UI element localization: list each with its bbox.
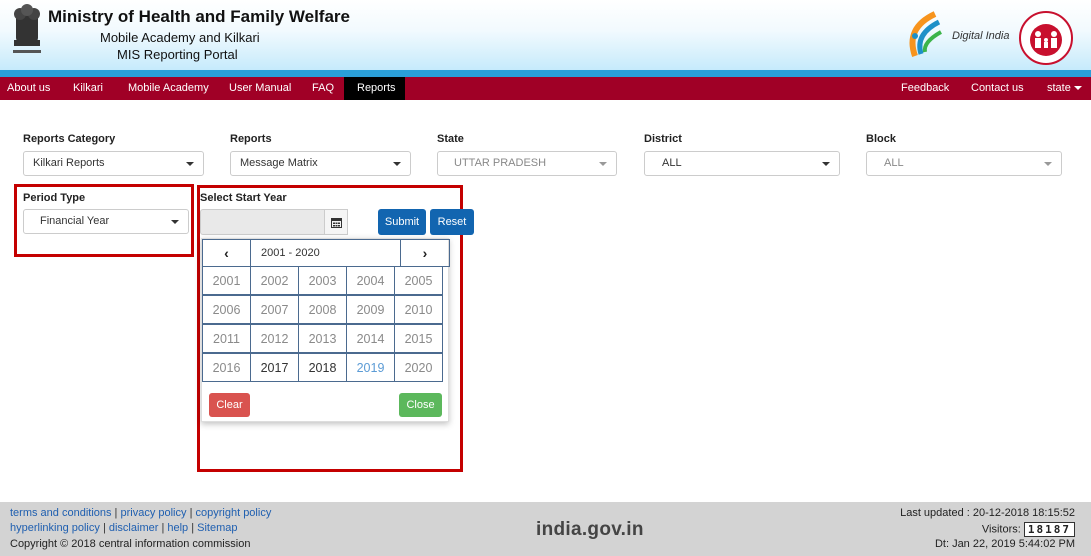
district-value: ALL: [662, 157, 682, 169]
portal-subtitle: Mobile Academy and Kilkari: [100, 30, 260, 45]
nav-about-us[interactable]: About us: [0, 77, 57, 100]
year-row: 2001 2002 2003 2004 2005: [202, 266, 443, 295]
privacy-link[interactable]: privacy policy: [120, 507, 186, 519]
start-year-label: Select Start Year: [200, 192, 287, 204]
chevron-down-icon: [393, 162, 401, 166]
terms-link[interactable]: terms and conditions: [10, 507, 112, 519]
block-value: ALL: [884, 157, 904, 169]
reset-button[interactable]: Reset: [430, 209, 474, 235]
chevron-down-icon: [171, 220, 179, 224]
hyperlinking-link[interactable]: hyperlinking policy: [10, 522, 100, 534]
digital-india-text: Digital India: [952, 30, 1010, 42]
portal-name: MIS Reporting Portal: [117, 47, 238, 62]
reports-value: Message Matrix: [240, 157, 318, 169]
district-select[interactable]: ALL: [644, 151, 840, 176]
national-health-mission-logo: [1019, 11, 1073, 65]
year-row: 2016 2017 2018 2019 2020: [202, 353, 443, 382]
year-cell: 2007: [250, 295, 299, 324]
year-cell: 2013: [298, 324, 347, 353]
year-picker-popup: ‹ 2001 - 2020 › 2001 2002 2003 2004 2005…: [201, 238, 450, 422]
ministry-title: Ministry of Health and Family Welfare: [48, 7, 350, 26]
year-cell-highlighted[interactable]: 2019: [346, 353, 395, 382]
state-label: State: [437, 133, 464, 145]
year-cell: 2011: [202, 324, 251, 353]
chevron-right-icon[interactable]: ›: [400, 239, 450, 267]
year-cell: 2008: [298, 295, 347, 324]
reports-category-select[interactable]: Kilkari Reports: [23, 151, 204, 176]
period-type-value: Financial Year: [40, 215, 110, 227]
footer-links-row-2: hyperlinking policy | disclaimer | help …: [10, 522, 238, 534]
year-cell: 2015: [394, 324, 443, 353]
calendar-icon: [330, 217, 342, 228]
calendar-button[interactable]: [324, 209, 348, 235]
chevron-left-icon[interactable]: ‹: [202, 239, 251, 267]
nav-user-manual[interactable]: User Manual: [222, 77, 298, 100]
reports-select[interactable]: Message Matrix: [230, 151, 411, 176]
chevron-down-icon: [1044, 162, 1052, 166]
nav-mobile-academy[interactable]: Mobile Academy: [121, 77, 216, 100]
year-cell: 2003: [298, 266, 347, 295]
chevron-down-icon: [1073, 86, 1082, 91]
chevron-down-icon: [186, 162, 194, 166]
year-cell: 2020: [394, 353, 443, 382]
year-cell: 2009: [346, 295, 395, 324]
year-cell: 2004: [346, 266, 395, 295]
year-range-label[interactable]: 2001 - 2020: [250, 239, 401, 267]
close-button[interactable]: Close: [399, 393, 442, 417]
reports-label: Reports: [230, 133, 272, 145]
last-updated: Last updated : 20-12-2018 18:15:52: [900, 507, 1075, 519]
district-label: District: [644, 133, 682, 145]
copyright-text: Copyright © 2018 central information com…: [10, 538, 251, 550]
year-cell-enabled[interactable]: 2017: [250, 353, 299, 382]
year-cell: 2005: [394, 266, 443, 295]
year-cell: 2001: [202, 266, 251, 295]
footer-links-row-1: terms and conditions | privacy policy | …: [10, 507, 272, 519]
reports-category-value: Kilkari Reports: [33, 157, 105, 169]
start-year-input[interactable]: [200, 209, 325, 235]
state-select[interactable]: UTTAR PRADESH: [437, 151, 617, 176]
period-type-select[interactable]: Financial Year: [23, 209, 189, 234]
user-menu[interactable]: state: [1040, 77, 1089, 100]
clear-button[interactable]: Clear: [209, 393, 250, 417]
visitors-count: 18187: [1023, 522, 1075, 537]
header-accent-bar: [0, 70, 1091, 77]
chevron-down-icon: [599, 162, 607, 166]
block-label: Block: [866, 133, 896, 145]
year-cell: 2010: [394, 295, 443, 324]
india-gov-logo[interactable]: india.gov.in: [536, 519, 644, 541]
state-value: UTTAR PRADESH: [454, 157, 547, 169]
year-cell: 2016: [202, 353, 251, 382]
visitor-counter: Visitors: 18187: [982, 522, 1075, 537]
year-cell: 2006: [202, 295, 251, 324]
nav-feedback[interactable]: Feedback: [894, 77, 956, 100]
copyright-link[interactable]: copyright policy: [196, 507, 272, 519]
site-header: Ministry of Health and Family Welfare Mo…: [0, 0, 1091, 76]
period-type-label: Period Type: [23, 192, 86, 204]
reports-category-label: Reports Category: [23, 133, 116, 145]
submit-button[interactable]: Submit: [378, 209, 426, 235]
disclaimer-link[interactable]: disclaimer: [109, 522, 159, 534]
chevron-down-icon: [822, 162, 830, 166]
nav-kilkari[interactable]: Kilkari: [66, 77, 110, 100]
block-select[interactable]: ALL: [866, 151, 1062, 176]
user-menu-label: state: [1047, 82, 1071, 94]
year-row: 2006 2007 2008 2009 2010: [202, 295, 443, 324]
year-cell: 2002: [250, 266, 299, 295]
year-cell-enabled[interactable]: 2018: [298, 353, 347, 382]
nav-faq[interactable]: FAQ: [305, 77, 341, 100]
visitors-label: Visitors:: [981, 523, 1021, 536]
year-cell: 2014: [346, 324, 395, 353]
current-datetime: Dt: Jan 22, 2019 5:44:02 PM: [934, 538, 1075, 550]
nav-reports[interactable]: Reports: [344, 77, 405, 100]
year-row: 2011 2012 2013 2014 2015: [202, 324, 443, 353]
site-footer: terms and conditions | privacy policy | …: [0, 502, 1091, 556]
year-cell: 2012: [250, 324, 299, 353]
main-navbar: About us Kilkari Mobile Academy User Man…: [0, 77, 1091, 100]
help-link[interactable]: help: [167, 522, 188, 534]
national-emblem-icon: [13, 4, 41, 53]
sitemap-link[interactable]: Sitemap: [197, 522, 237, 534]
year-picker-header: ‹ 2001 - 2020 ›: [202, 239, 450, 267]
nav-contact-us[interactable]: Contact us: [964, 77, 1031, 100]
